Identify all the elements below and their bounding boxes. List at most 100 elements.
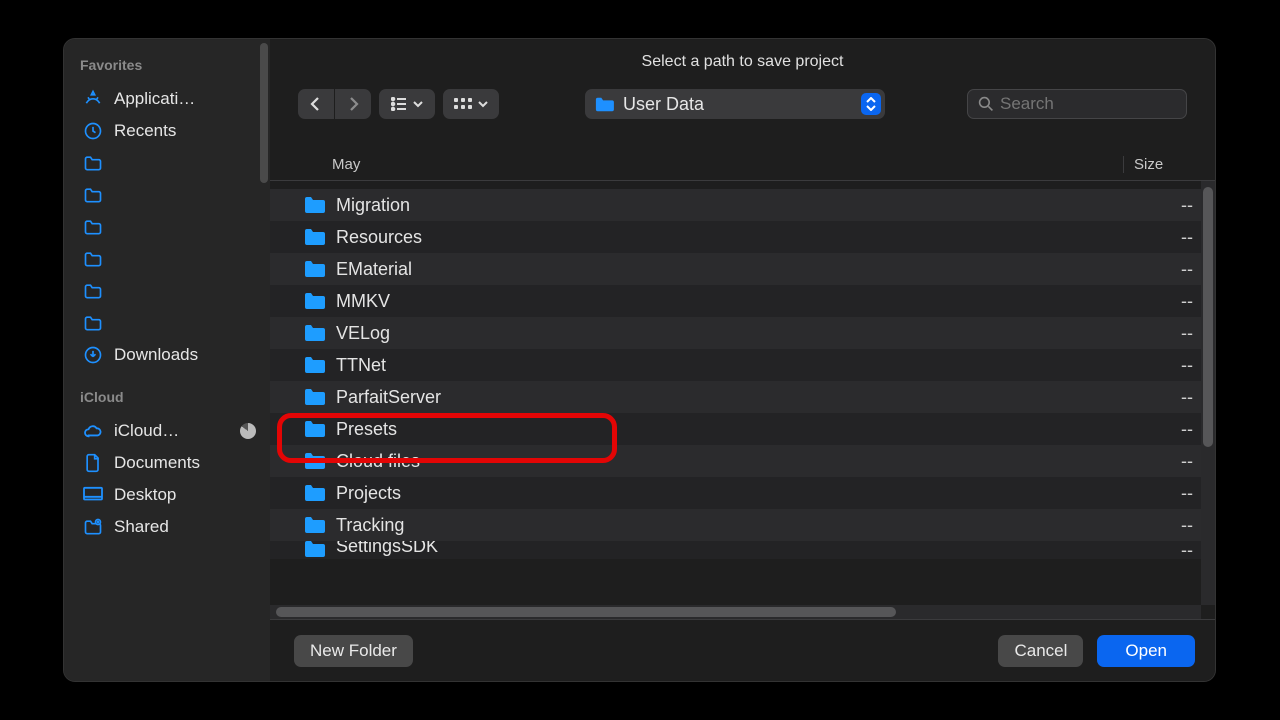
folder-icon xyxy=(82,216,104,238)
file-row[interactable]: Presets-- xyxy=(270,413,1215,445)
sidebar-item-label: Shared xyxy=(114,517,256,537)
folder-icon xyxy=(302,291,326,311)
sidebar-item-documents[interactable]: Documents xyxy=(80,447,260,479)
chevron-down-icon xyxy=(478,100,488,108)
column-size[interactable]: Size xyxy=(1123,156,1201,173)
file-row[interactable]: EMaterial-- xyxy=(270,253,1215,285)
sidebar-item-folder[interactable] xyxy=(80,307,260,339)
folder-icon xyxy=(593,95,615,113)
sidebar-item-label: iCloud… xyxy=(114,421,230,441)
file-dialog: Favorites Applicati… Recents xyxy=(63,38,1216,682)
sidebar-item-folder[interactable] xyxy=(80,275,260,307)
file-name: Cloud files xyxy=(336,451,420,472)
folder-icon xyxy=(302,259,326,279)
sidebar-item-folder[interactable] xyxy=(80,211,260,243)
folder-icon xyxy=(302,419,326,439)
vertical-scrollbar[interactable] xyxy=(1201,181,1215,605)
horizontal-scrollbar[interactable] xyxy=(270,605,1201,619)
sidebar: Favorites Applicati… Recents xyxy=(64,39,270,681)
doc-icon xyxy=(82,452,104,474)
file-size: -- xyxy=(1181,355,1193,376)
folder-icon xyxy=(302,323,326,343)
search-icon xyxy=(978,96,994,112)
open-button[interactable]: Open xyxy=(1097,635,1195,667)
dialog-title: Select a path to save project xyxy=(270,39,1215,81)
folder-icon xyxy=(82,248,104,270)
folder-icon xyxy=(302,227,326,247)
sidebar-item-icloud-drive[interactable]: iCloud… xyxy=(80,415,260,447)
folder-icon xyxy=(302,515,326,535)
file-row[interactable]: Migration -- xyxy=(270,189,1215,221)
grid-icon xyxy=(454,98,472,110)
file-row[interactable]: Tracking-- xyxy=(270,509,1215,541)
folder-icon xyxy=(302,387,326,407)
sidebar-item-label: Desktop xyxy=(114,485,256,505)
file-size: -- xyxy=(1181,291,1193,312)
main-panel: Select a path to save project xyxy=(270,39,1215,681)
column-headers: May Size xyxy=(270,149,1215,181)
file-row[interactable]: TTNet -- xyxy=(270,349,1215,381)
file-size: -- xyxy=(1181,387,1193,408)
file-row[interactable]: Resources -- xyxy=(270,221,1215,253)
folder-icon xyxy=(82,152,104,174)
view-mode-button[interactable] xyxy=(379,89,435,119)
file-name: EMaterial xyxy=(336,259,412,280)
file-row[interactable]: SettingsSDK -- xyxy=(270,541,1215,559)
path-label: User Data xyxy=(623,94,704,115)
file-row[interactable]: MMKV -- xyxy=(270,285,1215,317)
sidebar-item-applications[interactable]: Applicati… xyxy=(80,83,260,115)
folder-icon xyxy=(302,451,326,471)
file-name: Tracking xyxy=(336,515,404,536)
file-name: Migration xyxy=(336,195,410,216)
cancel-button[interactable]: Cancel xyxy=(998,635,1083,667)
file-size: -- xyxy=(1181,419,1193,440)
apps-icon xyxy=(82,88,104,110)
file-size: -- xyxy=(1181,483,1193,504)
file-size: -- xyxy=(1181,227,1193,248)
sidebar-item-label: Recents xyxy=(114,121,256,141)
file-name: VELog xyxy=(336,323,390,344)
sidebar-item-recents[interactable]: Recents xyxy=(80,115,260,147)
file-row[interactable]: ParfaitServer -- xyxy=(270,381,1215,413)
folder-icon xyxy=(82,280,104,302)
sidebar-item-label: Documents xyxy=(114,453,256,473)
search-input[interactable] xyxy=(1000,94,1176,114)
file-row[interactable]: VELog -- xyxy=(270,317,1215,349)
sidebar-scrollbar[interactable] xyxy=(260,43,268,183)
sidebar-item-label: Applicati… xyxy=(114,89,256,109)
sync-progress-icon xyxy=(240,423,256,439)
sidebar-item-folder[interactable] xyxy=(80,179,260,211)
toolbar: User Data xyxy=(270,81,1215,127)
file-row[interactable]: Cloud files -- xyxy=(270,445,1215,477)
file-size: -- xyxy=(1181,541,1193,559)
sidebar-item-folder[interactable] xyxy=(80,243,260,275)
file-name: SettingsSDK xyxy=(336,541,438,557)
desktop-icon xyxy=(82,484,104,506)
folder-icon xyxy=(302,541,326,559)
file-name: Resources xyxy=(336,227,422,248)
sidebar-item-shared[interactable]: Shared xyxy=(80,511,260,543)
folder-icon xyxy=(302,355,326,375)
file-size: -- xyxy=(1181,195,1193,216)
nav-forward-button[interactable] xyxy=(335,89,371,119)
sidebar-item-folder[interactable] xyxy=(80,147,260,179)
file-row[interactable]: Projects-- xyxy=(270,477,1215,509)
list-icon xyxy=(391,97,407,111)
new-folder-button[interactable]: New Folder xyxy=(294,635,413,667)
path-popup[interactable]: User Data xyxy=(585,89,885,119)
sidebar-item-downloads[interactable]: Downloads xyxy=(80,339,260,371)
cloud-icon xyxy=(82,420,104,442)
file-size: -- xyxy=(1181,323,1193,344)
file-name: TTNet xyxy=(336,355,386,376)
path-chevrons-icon xyxy=(861,93,881,115)
file-name: ParfaitServer xyxy=(336,387,441,408)
file-size: -- xyxy=(1181,451,1193,472)
group-by-button[interactable] xyxy=(443,89,499,119)
download-icon xyxy=(82,344,104,366)
file-name: MMKV xyxy=(336,291,390,312)
column-date[interactable]: May xyxy=(332,156,360,173)
nav-back-button[interactable] xyxy=(298,89,334,119)
folder-icon xyxy=(302,483,326,503)
search-field[interactable] xyxy=(967,89,1187,119)
sidebar-item-desktop[interactable]: Desktop xyxy=(80,479,260,511)
